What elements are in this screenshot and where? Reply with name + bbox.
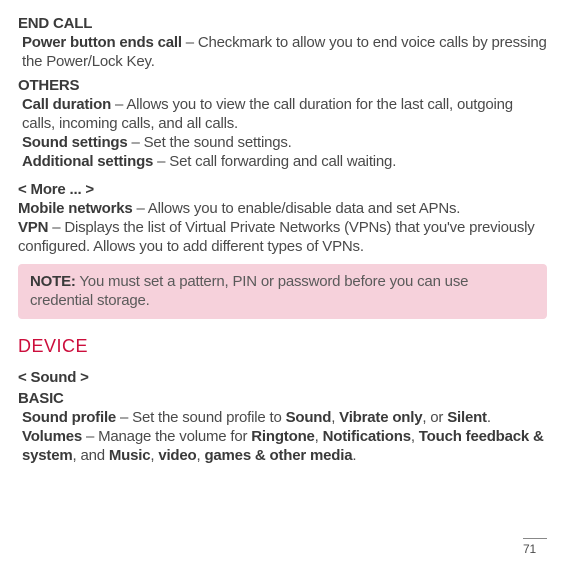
- note-label: NOTE:: [30, 273, 76, 290]
- opt-silent: Silent: [447, 409, 487, 426]
- item-label: Additional settings: [22, 153, 153, 170]
- item-label: VPN: [18, 219, 48, 236]
- item-label: Call duration: [22, 96, 111, 113]
- opt-vibrate-only: Vibrate only: [339, 409, 422, 426]
- item-call-duration: Call duration – Allows you to view the c…: [18, 95, 547, 133]
- t: .: [352, 447, 356, 464]
- item-power-button-ends-call: Power button ends call – Checkmark to al…: [18, 33, 547, 71]
- t: ,: [331, 409, 339, 426]
- heading-sound: < Sound >: [18, 368, 547, 387]
- item-vpn: VPN – Displays the list of Virtual Priva…: [18, 218, 547, 256]
- note-box: NOTE: You must set a pattern, PIN or pas…: [18, 264, 547, 318]
- heading-more: < More ... >: [18, 180, 547, 199]
- note-text: You must set a pattern, PIN or password …: [30, 273, 468, 309]
- item-desc: – Displays the list of Virtual Private N…: [18, 219, 535, 255]
- item-label: Volumes: [22, 428, 82, 445]
- page-number: 71: [523, 542, 547, 557]
- opt-video: video: [158, 447, 196, 464]
- heading-basic: BASIC: [18, 389, 547, 408]
- t: .: [487, 409, 491, 426]
- item-desc: – Set call forwarding and call waiting.: [153, 153, 396, 170]
- opt-sound: Sound: [286, 409, 332, 426]
- item-sound-settings: Sound settings – Set the sound settings.: [18, 133, 547, 152]
- item-volumes: Volumes – Manage the volume for Ringtone…: [18, 427, 547, 465]
- t: ,: [411, 428, 419, 445]
- t: ,: [315, 428, 323, 445]
- item-sound-profile: Sound profile – Set the sound profile to…: [18, 408, 547, 427]
- item-label: Sound settings: [22, 134, 128, 151]
- t: , and: [73, 447, 109, 464]
- item-additional-settings: Additional settings – Set call forwardin…: [18, 152, 547, 171]
- footer-rule: [523, 538, 547, 539]
- item-mobile-networks: Mobile networks – Allows you to enable/d…: [18, 199, 547, 218]
- item-desc: – Set the sound settings.: [128, 134, 292, 151]
- opt-ringtone: Ringtone: [251, 428, 314, 445]
- item-label: Sound profile: [22, 409, 116, 426]
- item-label: Power button ends call: [22, 34, 182, 51]
- item-desc: – Allows you to enable/disable data and …: [133, 200, 461, 217]
- opt-notifications: Notifications: [323, 428, 411, 445]
- t: – Set the sound profile to: [116, 409, 286, 426]
- heading-end-call: END CALL: [18, 14, 547, 33]
- opt-games-media: games & other media: [204, 447, 352, 464]
- opt-music: Music: [109, 447, 151, 464]
- heading-others: OTHERS: [18, 76, 547, 95]
- item-label: Mobile networks: [18, 200, 133, 217]
- t: , or: [422, 409, 447, 426]
- t: – Manage the volume for: [82, 428, 251, 445]
- heading-device: DEVICE: [18, 335, 547, 358]
- page-footer: 71: [523, 538, 547, 557]
